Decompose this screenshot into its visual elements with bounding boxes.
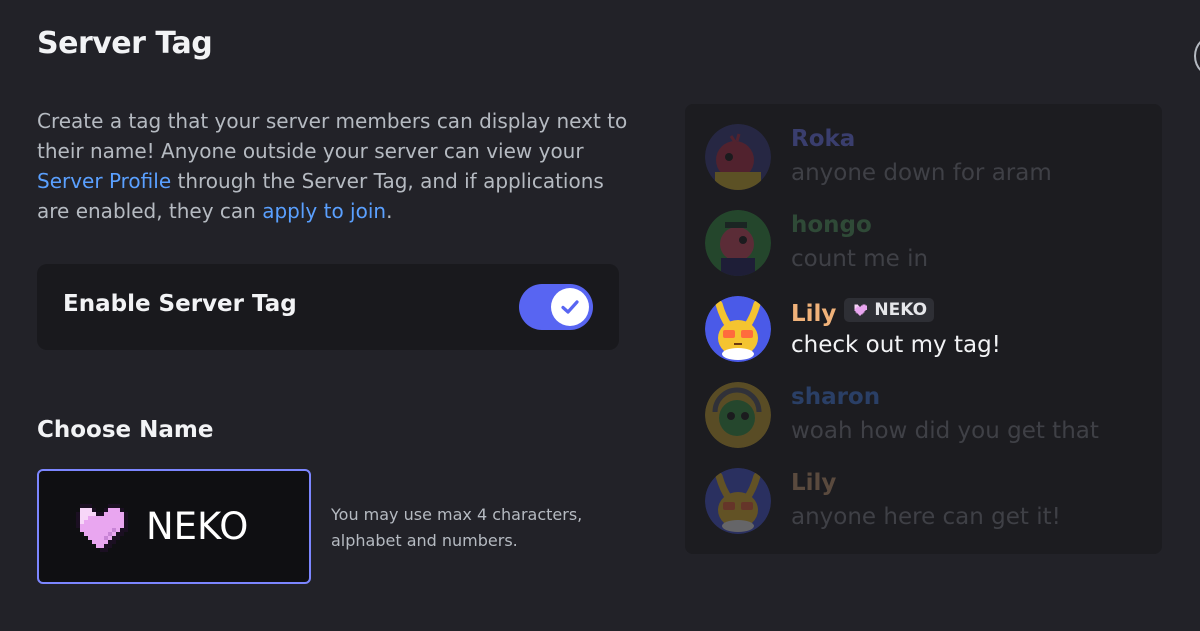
page-title: Server Tag bbox=[37, 26, 213, 61]
name-hint: You may use max 4 characters, alphabet a… bbox=[331, 505, 583, 550]
message-text: woah how did you get that bbox=[791, 418, 1099, 444]
tag-name-value: NEKO bbox=[146, 505, 249, 548]
server-tag-badge[interactable]: NEKO bbox=[844, 298, 935, 322]
pink-heart-icon bbox=[854, 304, 868, 316]
avatar bbox=[705, 296, 771, 362]
avatar bbox=[705, 124, 771, 190]
enable-tag-card: Enable Server Tag bbox=[37, 264, 619, 350]
message-author: hongo bbox=[791, 212, 872, 238]
message-text: check out my tag! bbox=[791, 332, 1001, 358]
apply-to-join-link[interactable]: apply to join bbox=[262, 199, 386, 223]
message-author: sharon bbox=[791, 384, 881, 410]
toggle-knob bbox=[551, 288, 589, 326]
tag-name-input[interactable]: NEKO bbox=[37, 469, 311, 584]
description: Create a tag that your server members ca… bbox=[37, 106, 637, 226]
message-author: Lily bbox=[791, 470, 837, 496]
badge-text: NEKO bbox=[874, 300, 928, 320]
pink-heart-icon bbox=[76, 504, 128, 552]
message-author: Lily NEKO bbox=[791, 298, 935, 327]
avatar bbox=[705, 468, 771, 534]
avatar bbox=[705, 210, 771, 276]
choose-name-label: Choose Name bbox=[37, 417, 214, 443]
message-text: anyone down for aram bbox=[791, 160, 1052, 186]
message-text: count me in bbox=[791, 246, 929, 272]
checkmark-icon bbox=[561, 300, 579, 314]
server-profile-link[interactable]: Server Profile bbox=[37, 169, 171, 193]
chat-preview: Roka anyone down for aram hongo count me… bbox=[685, 104, 1162, 554]
description-text-1: Create a tag that your server members ca… bbox=[37, 109, 628, 163]
message-author: Roka bbox=[791, 126, 856, 152]
close-button[interactable] bbox=[1194, 34, 1200, 78]
message-text: anyone here can get it! bbox=[791, 504, 1061, 530]
avatar bbox=[705, 382, 771, 448]
author-name: Lily bbox=[791, 301, 837, 327]
enable-tag-label: Enable Server Tag bbox=[63, 291, 297, 317]
description-text-3: . bbox=[386, 199, 393, 223]
enable-tag-toggle[interactable] bbox=[519, 284, 593, 330]
